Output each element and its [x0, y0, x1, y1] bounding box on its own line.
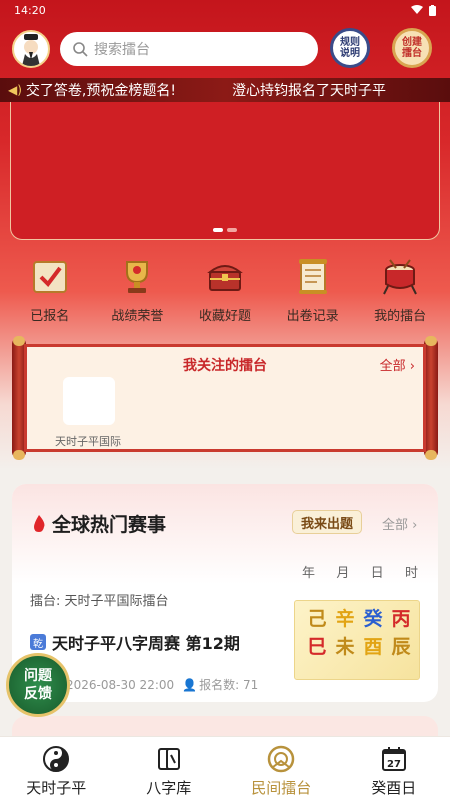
post-question-button[interactable]: 我来出题: [292, 510, 363, 534]
events-all-link[interactable]: 全部 ›: [382, 514, 417, 533]
branch-month: 未: [335, 636, 355, 658]
followed-arena-card[interactable]: [63, 377, 115, 425]
followed-arenas-panel: 我关注的擂台 全部 › 天时子平国际: [24, 344, 426, 452]
gender-badge: 乾: [30, 634, 46, 650]
scroll-record-icon: [291, 254, 335, 298]
followed-arenas-title: 我关注的擂台: [183, 358, 267, 374]
bazi-chart: 己 辛 癸 丙 巳 未 酉 辰: [294, 600, 420, 680]
column-month: 月: [336, 566, 350, 581]
marquee-message-1: 交了答卷,预祝金榜题名!: [25, 83, 176, 99]
speaker-icon: ◀): [8, 83, 22, 97]
bazi-column-headers: 年 月 日 时: [302, 562, 418, 581]
stem-year: 己: [307, 608, 327, 630]
followed-arena-name: 天时子平国际: [55, 435, 121, 448]
feedback-line2: 反馈: [24, 686, 52, 702]
avatar[interactable]: [12, 30, 50, 68]
quick-action-label: 战绩荣誉: [111, 309, 164, 324]
events-all-label: 全部: [382, 518, 409, 533]
event-datetime: 2026-08-30 22:00: [66, 677, 175, 692]
tab-label: 民间擂台: [251, 779, 312, 797]
marquee-message-2: 澄心持钧报名了天时子平: [231, 83, 386, 99]
feedback-button[interactable]: 问题 反馈: [6, 653, 70, 717]
column-hour: 时: [404, 566, 418, 581]
events-title: 全球热门赛事: [32, 510, 166, 537]
scroll-rod-right: [424, 336, 438, 460]
branch-year: 巳: [307, 636, 327, 658]
avatar-portrait-icon: [22, 34, 40, 66]
column-year: 年: [302, 566, 316, 581]
branch-hour: 辰: [391, 636, 411, 658]
trophy-icon: [115, 254, 159, 298]
signed-up-icon: [28, 254, 72, 298]
create-button-line2: 擂台: [402, 48, 422, 59]
quick-action-paper-records[interactable]: 出卷记录: [273, 254, 353, 326]
stem-hour: 丙: [391, 608, 411, 630]
calendar-day-number: 27: [387, 759, 401, 770]
quick-action-label: 出卷记录: [286, 309, 339, 324]
create-arena-button[interactable]: 创建 擂台: [392, 28, 432, 68]
announcement-marquee: ◀) 交了答卷,预祝金榜题名! 澄心持钧报名了天时子平: [0, 78, 450, 102]
rules-button-line1: 规则: [340, 37, 360, 48]
wifi-icon: [411, 5, 423, 14]
create-button-line1: 创建: [402, 37, 422, 48]
person-icon: 👤: [182, 677, 198, 692]
search-input[interactable]: 搜索擂台: [60, 32, 318, 66]
bottom-tab-bar: 天时子平 八字库 民间擂台 27 癸酉日: [0, 736, 450, 800]
hot-events-card: 全球热门赛事 我来出题 全部 › 年 月 日 时 擂台: 天时子平国际擂台 乾 …: [12, 484, 438, 702]
quick-action-label: 我的擂台: [374, 309, 427, 324]
quick-action-label: 收藏好题: [198, 309, 251, 324]
top-row: 搜索擂台 规则 说明 创建 擂台: [0, 26, 450, 74]
yin-yang-icon: [42, 745, 70, 773]
feedback-line1: 问题: [24, 668, 52, 684]
carousel-dot-active: [213, 228, 223, 232]
post-question-label: 我来出题: [301, 516, 354, 532]
event-item[interactable]: 乾 天时子平八字周赛 第12期: [30, 630, 240, 654]
cards-icon: [155, 745, 183, 773]
events-title-text: 全球热门赛事: [52, 514, 167, 536]
event-name: 天时子平八字周赛 第12期: [52, 634, 240, 653]
event-meta: 2026-08-30 22:00 👤 报名数: 71: [66, 676, 258, 693]
tab-calendar-day[interactable]: 27 癸酉日: [338, 737, 450, 800]
quick-actions: 已报名 战绩荣誉 收藏好题 出卷记录 我的擂台: [0, 254, 450, 326]
status-bar: 14:20: [0, 0, 450, 20]
quick-action-my-arena[interactable]: 我的擂台: [360, 254, 440, 326]
followed-arenas-scroll: 我关注的擂台 全部 › 天时子平国际: [12, 336, 438, 460]
carousel-dot: [227, 228, 237, 232]
followed-all-label: 全部: [379, 359, 406, 374]
carousel-indicator: [213, 228, 237, 232]
banner-carousel[interactable]: [10, 102, 440, 240]
rules-button[interactable]: 规则 说明: [330, 28, 370, 68]
event-arena-label: 擂台: 天时子平国际擂台: [30, 594, 169, 609]
bazi-grid: 己 辛 癸 丙 巳 未 酉 辰: [303, 605, 415, 661]
chevron-right-icon: ›: [409, 359, 415, 374]
status-time: 14:20: [14, 3, 46, 17]
tab-tianshi-ziping[interactable]: 天时子平: [0, 737, 113, 800]
search-icon: [73, 42, 88, 57]
battery-icon: [429, 4, 436, 16]
followed-all-link[interactable]: 全部 ›: [380, 355, 415, 374]
status-icons: [411, 4, 436, 16]
quick-action-signed-up[interactable]: 已报名: [10, 254, 90, 326]
column-day: 日: [370, 566, 384, 581]
tab-folk-arena[interactable]: 民间擂台: [225, 737, 338, 800]
chevron-right-icon: ›: [412, 518, 418, 533]
flame-icon: [34, 514, 45, 532]
stem-day: 癸: [363, 608, 383, 630]
search-placeholder: 搜索擂台: [94, 42, 150, 58]
arena-ring-icon: [267, 745, 295, 773]
quick-action-honors[interactable]: 战绩荣誉: [97, 254, 177, 326]
rules-button-line2: 说明: [340, 48, 360, 59]
drum-icon: [378, 254, 422, 298]
quick-action-favorites[interactable]: 收藏好题: [185, 254, 265, 326]
tab-label: 八字库: [146, 779, 192, 797]
event-signup-count: 报名数: 71: [199, 678, 259, 692]
calendar-icon: 27: [380, 745, 408, 773]
quick-action-label: 已报名: [30, 309, 70, 324]
tab-label: 天时子平: [26, 779, 87, 797]
tab-label: 癸酉日: [371, 779, 417, 797]
stem-month: 辛: [335, 608, 355, 630]
tab-bazi-library[interactable]: 八字库: [113, 737, 226, 800]
treasure-chest-icon: [203, 254, 247, 298]
branch-day: 酉: [363, 636, 383, 658]
